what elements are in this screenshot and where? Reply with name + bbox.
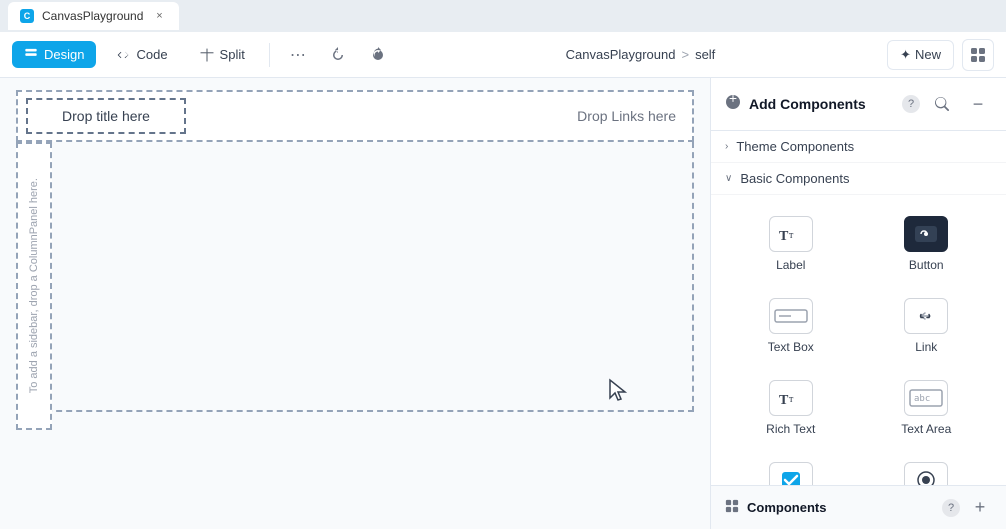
drop-title-zone[interactable]: Drop title here — [26, 98, 186, 134]
canvas[interactable]: Drop title here Drop Links here To add a… — [0, 78, 710, 529]
breadcrumb-page: self — [695, 47, 715, 62]
undo-button[interactable] — [322, 39, 354, 71]
code-button[interactable]: Code — [104, 41, 179, 68]
svg-text:abc: abc — [914, 394, 930, 404]
new-label: New — [915, 47, 941, 62]
split-icon — [200, 48, 214, 62]
breadcrumb-app: CanvasPlayground — [566, 47, 676, 62]
components-panel-title: Components — [747, 500, 934, 515]
nav-header[interactable]: Drop title here Drop Links here — [16, 90, 694, 142]
button-icon — [904, 216, 948, 252]
textarea-component-label: Text Area — [901, 422, 951, 436]
toolbar-separator-1 — [269, 43, 270, 67]
svg-text:T: T — [779, 393, 789, 408]
label-icon: Tт — [769, 216, 813, 252]
design-label: Design — [44, 47, 84, 62]
tab-favicon: C — [20, 9, 34, 23]
search-icon — [935, 97, 949, 111]
browser-tab[interactable]: C CanvasPlayground × — [8, 2, 179, 30]
tab-bar: C CanvasPlayground × — [0, 0, 1006, 32]
breadcrumb: CanvasPlayground > self — [566, 47, 716, 62]
grid-icon — [970, 47, 986, 63]
content-zone[interactable] — [16, 142, 694, 412]
right-panel: Add Components ? − › Theme Components ∨ … — [710, 78, 1006, 529]
components-bottom-panel: Components ? + — [711, 485, 1006, 529]
main-area: Drop title here Drop Links here To add a… — [0, 78, 1006, 529]
link-icon — [904, 298, 948, 334]
sidebar-drop-zone[interactable]: To add a sidebar, drop a ColumnPanel her… — [16, 142, 52, 430]
code-icon — [116, 48, 130, 62]
drop-links-label: Drop Links here — [577, 108, 676, 124]
component-richtext[interactable]: Tт Rich Text — [725, 367, 857, 445]
drop-title-label: Drop title here — [62, 108, 150, 124]
basic-chevron: ∨ — [725, 173, 732, 184]
design-button[interactable]: Design — [12, 41, 96, 68]
svg-text:T: T — [779, 229, 789, 244]
tab-close-button[interactable]: × — [151, 8, 167, 24]
breadcrumb-separator: > — [681, 47, 689, 62]
redo-button[interactable] — [362, 39, 394, 71]
drop-links-zone[interactable]: Drop Links here — [577, 108, 676, 124]
add-components-title: Add Components — [749, 96, 894, 112]
svg-text:т: т — [789, 230, 794, 241]
button-component-label: Button — [909, 258, 944, 272]
sidebar-zone-label: To add a sidebar, drop a ColumnPanel her… — [27, 178, 41, 393]
add-components-icon — [725, 94, 741, 115]
more-icon: ⋯ — [290, 45, 306, 65]
minus-icon: − — [973, 95, 984, 113]
theme-components-section[interactable]: › Theme Components — [711, 131, 1006, 163]
undo-icon — [330, 47, 346, 63]
component-textarea[interactable]: abc Text Area — [861, 367, 993, 445]
code-label: Code — [136, 47, 167, 62]
components-grid: Tт Label Button — [711, 195, 1006, 485]
theme-chevron: › — [725, 141, 728, 152]
more-button[interactable]: ⋯ — [282, 39, 314, 71]
svg-text:т: т — [789, 394, 794, 405]
link-component-label: Link — [915, 340, 937, 354]
textbox-component-label: Text Box — [768, 340, 814, 354]
components-panel-help[interactable]: ? — [942, 499, 960, 517]
design-icon — [24, 48, 38, 62]
add-components-help[interactable]: ? — [902, 95, 920, 113]
split-button[interactable]: Split — [188, 41, 257, 68]
new-button[interactable]: ✦ New — [887, 40, 954, 70]
richtext-icon: Tт — [769, 380, 813, 416]
component-label[interactable]: Tт Label — [725, 203, 857, 281]
tab-title: CanvasPlayground — [42, 9, 143, 23]
basic-components-label: Basic Components — [740, 171, 849, 186]
redo-icon — [370, 47, 386, 63]
add-components-header: Add Components ? − — [711, 78, 1006, 131]
radio-icon — [904, 462, 948, 485]
new-icon: ✦ — [900, 47, 911, 63]
add-component-button[interactable]: + — [968, 496, 992, 520]
theme-components-label: Theme Components — [736, 139, 854, 154]
component-button[interactable]: Button — [861, 203, 993, 281]
collapse-panel-button[interactable]: − — [964, 90, 992, 118]
textbox-icon — [769, 298, 813, 334]
split-label: Split — [220, 47, 245, 62]
richtext-component-label: Rich Text — [766, 422, 815, 436]
component-link[interactable]: Link — [861, 285, 993, 363]
basic-components-section[interactable]: ∨ Basic Components — [711, 163, 1006, 195]
toolbar-right: ✦ New — [887, 39, 994, 71]
component-textbox[interactable]: Text Box — [725, 285, 857, 363]
toolbar: Design Code Split ⋯ CanvasPlayground > s… — [0, 32, 1006, 78]
label-component-label: Label — [776, 258, 805, 272]
search-button[interactable] — [928, 90, 956, 118]
textarea-icon: abc — [904, 380, 948, 416]
component-radio[interactable] — [861, 449, 993, 485]
component-checkbox[interactable] — [725, 449, 857, 485]
checkbox-icon — [769, 462, 813, 485]
components-panel-icon — [725, 499, 739, 516]
grid-view-button[interactable] — [962, 39, 994, 71]
